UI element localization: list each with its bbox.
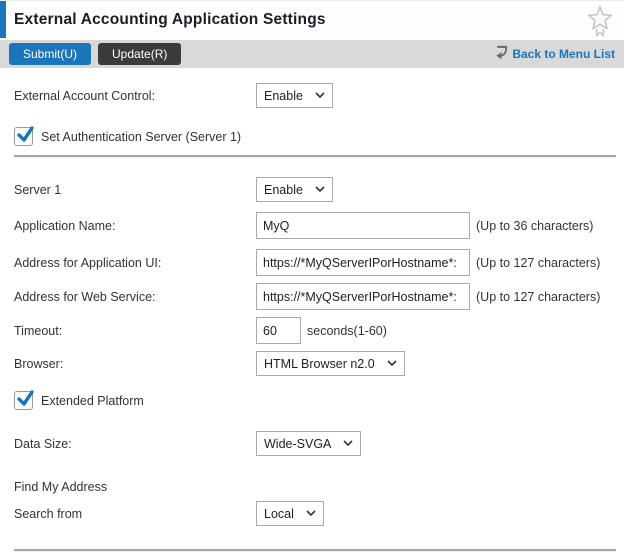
server1-value: Enable xyxy=(264,183,303,197)
row-find-my-address: Find My Address xyxy=(14,480,616,494)
address-web-service-hint: (Up to 127 characters) xyxy=(476,290,600,304)
find-my-address-label: Find My Address xyxy=(14,480,256,494)
extended-platform-checkbox-row[interactable]: Extended Platform xyxy=(14,391,616,410)
row-browser: Browser: HTML Browser n2.0 xyxy=(14,351,616,376)
data-size-value: Wide-SVGA xyxy=(264,437,331,451)
chevron-down-icon xyxy=(315,92,325,99)
accent-bar xyxy=(0,1,6,38)
external-account-control-label: External Account Control: xyxy=(14,89,256,103)
return-arrow-icon xyxy=(494,45,509,63)
address-web-service-input[interactable] xyxy=(256,283,470,310)
timeout-hint: seconds(1-60) xyxy=(307,324,387,338)
update-button[interactable]: Update(R) xyxy=(98,43,181,65)
extended-platform-checkbox[interactable] xyxy=(14,391,33,410)
row-address-app-ui: Address for Application UI: (Up to 127 c… xyxy=(14,249,616,276)
browser-value: HTML Browser n2.0 xyxy=(264,357,375,371)
checkmark-icon xyxy=(16,125,35,144)
chevron-down-icon xyxy=(306,510,316,517)
page-title: External Accounting Application Settings xyxy=(14,11,326,29)
set-auth-server-checkbox-row[interactable]: Set Authentication Server (Server 1) xyxy=(14,127,616,146)
extended-platform-label: Extended Platform xyxy=(41,394,144,408)
set-auth-server-checkbox[interactable] xyxy=(14,127,33,146)
application-name-label: Application Name: xyxy=(14,219,256,233)
favorite-star-icon[interactable] xyxy=(586,5,614,37)
row-data-size: Data Size: Wide-SVGA xyxy=(14,431,616,456)
chevron-down-icon xyxy=(387,360,397,367)
address-app-ui-hint: (Up to 127 characters) xyxy=(476,256,600,270)
data-size-label: Data Size: xyxy=(14,437,256,451)
search-from-label: Search from xyxy=(14,507,256,521)
submit-button[interactable]: Submit(U) xyxy=(9,43,91,65)
server1-label: Server 1 xyxy=(14,183,256,197)
external-account-control-value: Enable xyxy=(264,89,303,103)
address-app-ui-label: Address for Application UI: xyxy=(14,256,256,270)
row-address-web-service: Address for Web Service: (Up to 127 char… xyxy=(14,283,616,310)
search-from-select[interactable]: Local xyxy=(256,501,324,526)
row-external-account-control: External Account Control: Enable xyxy=(14,83,616,108)
row-server1: Server 1 Enable xyxy=(14,177,616,202)
back-to-menu-label: Back to Menu List xyxy=(512,47,615,61)
row-timeout: Timeout: seconds(1-60) xyxy=(14,317,616,344)
toolbar: Submit(U) Update(R) Back to Menu List xyxy=(0,40,624,68)
search-from-value: Local xyxy=(264,507,294,521)
browser-label: Browser: xyxy=(14,357,256,371)
section-divider xyxy=(14,155,616,158)
timeout-label: Timeout: xyxy=(14,324,256,338)
address-web-service-label: Address for Web Service: xyxy=(14,290,256,304)
timeout-input[interactable] xyxy=(256,317,301,344)
chevron-down-icon xyxy=(315,186,325,193)
external-account-control-select[interactable]: Enable xyxy=(256,83,333,108)
row-application-name: Application Name: (Up to 36 characters) xyxy=(14,212,616,239)
back-to-menu-link[interactable]: Back to Menu List xyxy=(494,45,615,63)
title-bar: External Accounting Application Settings xyxy=(0,0,624,38)
set-auth-server-label: Set Authentication Server (Server 1) xyxy=(41,130,241,144)
settings-form: External Account Control: Enable Set Aut… xyxy=(0,68,624,552)
bottom-divider xyxy=(14,549,616,552)
address-app-ui-input[interactable] xyxy=(256,249,470,276)
application-name-input[interactable] xyxy=(256,212,470,239)
row-search-from: Search from Local xyxy=(14,501,616,526)
browser-select[interactable]: HTML Browser n2.0 xyxy=(256,351,405,376)
data-size-select[interactable]: Wide-SVGA xyxy=(256,431,361,456)
application-name-hint: (Up to 36 characters) xyxy=(476,219,593,233)
server1-select[interactable]: Enable xyxy=(256,177,333,202)
checkmark-icon xyxy=(16,389,35,408)
chevron-down-icon xyxy=(343,440,353,447)
